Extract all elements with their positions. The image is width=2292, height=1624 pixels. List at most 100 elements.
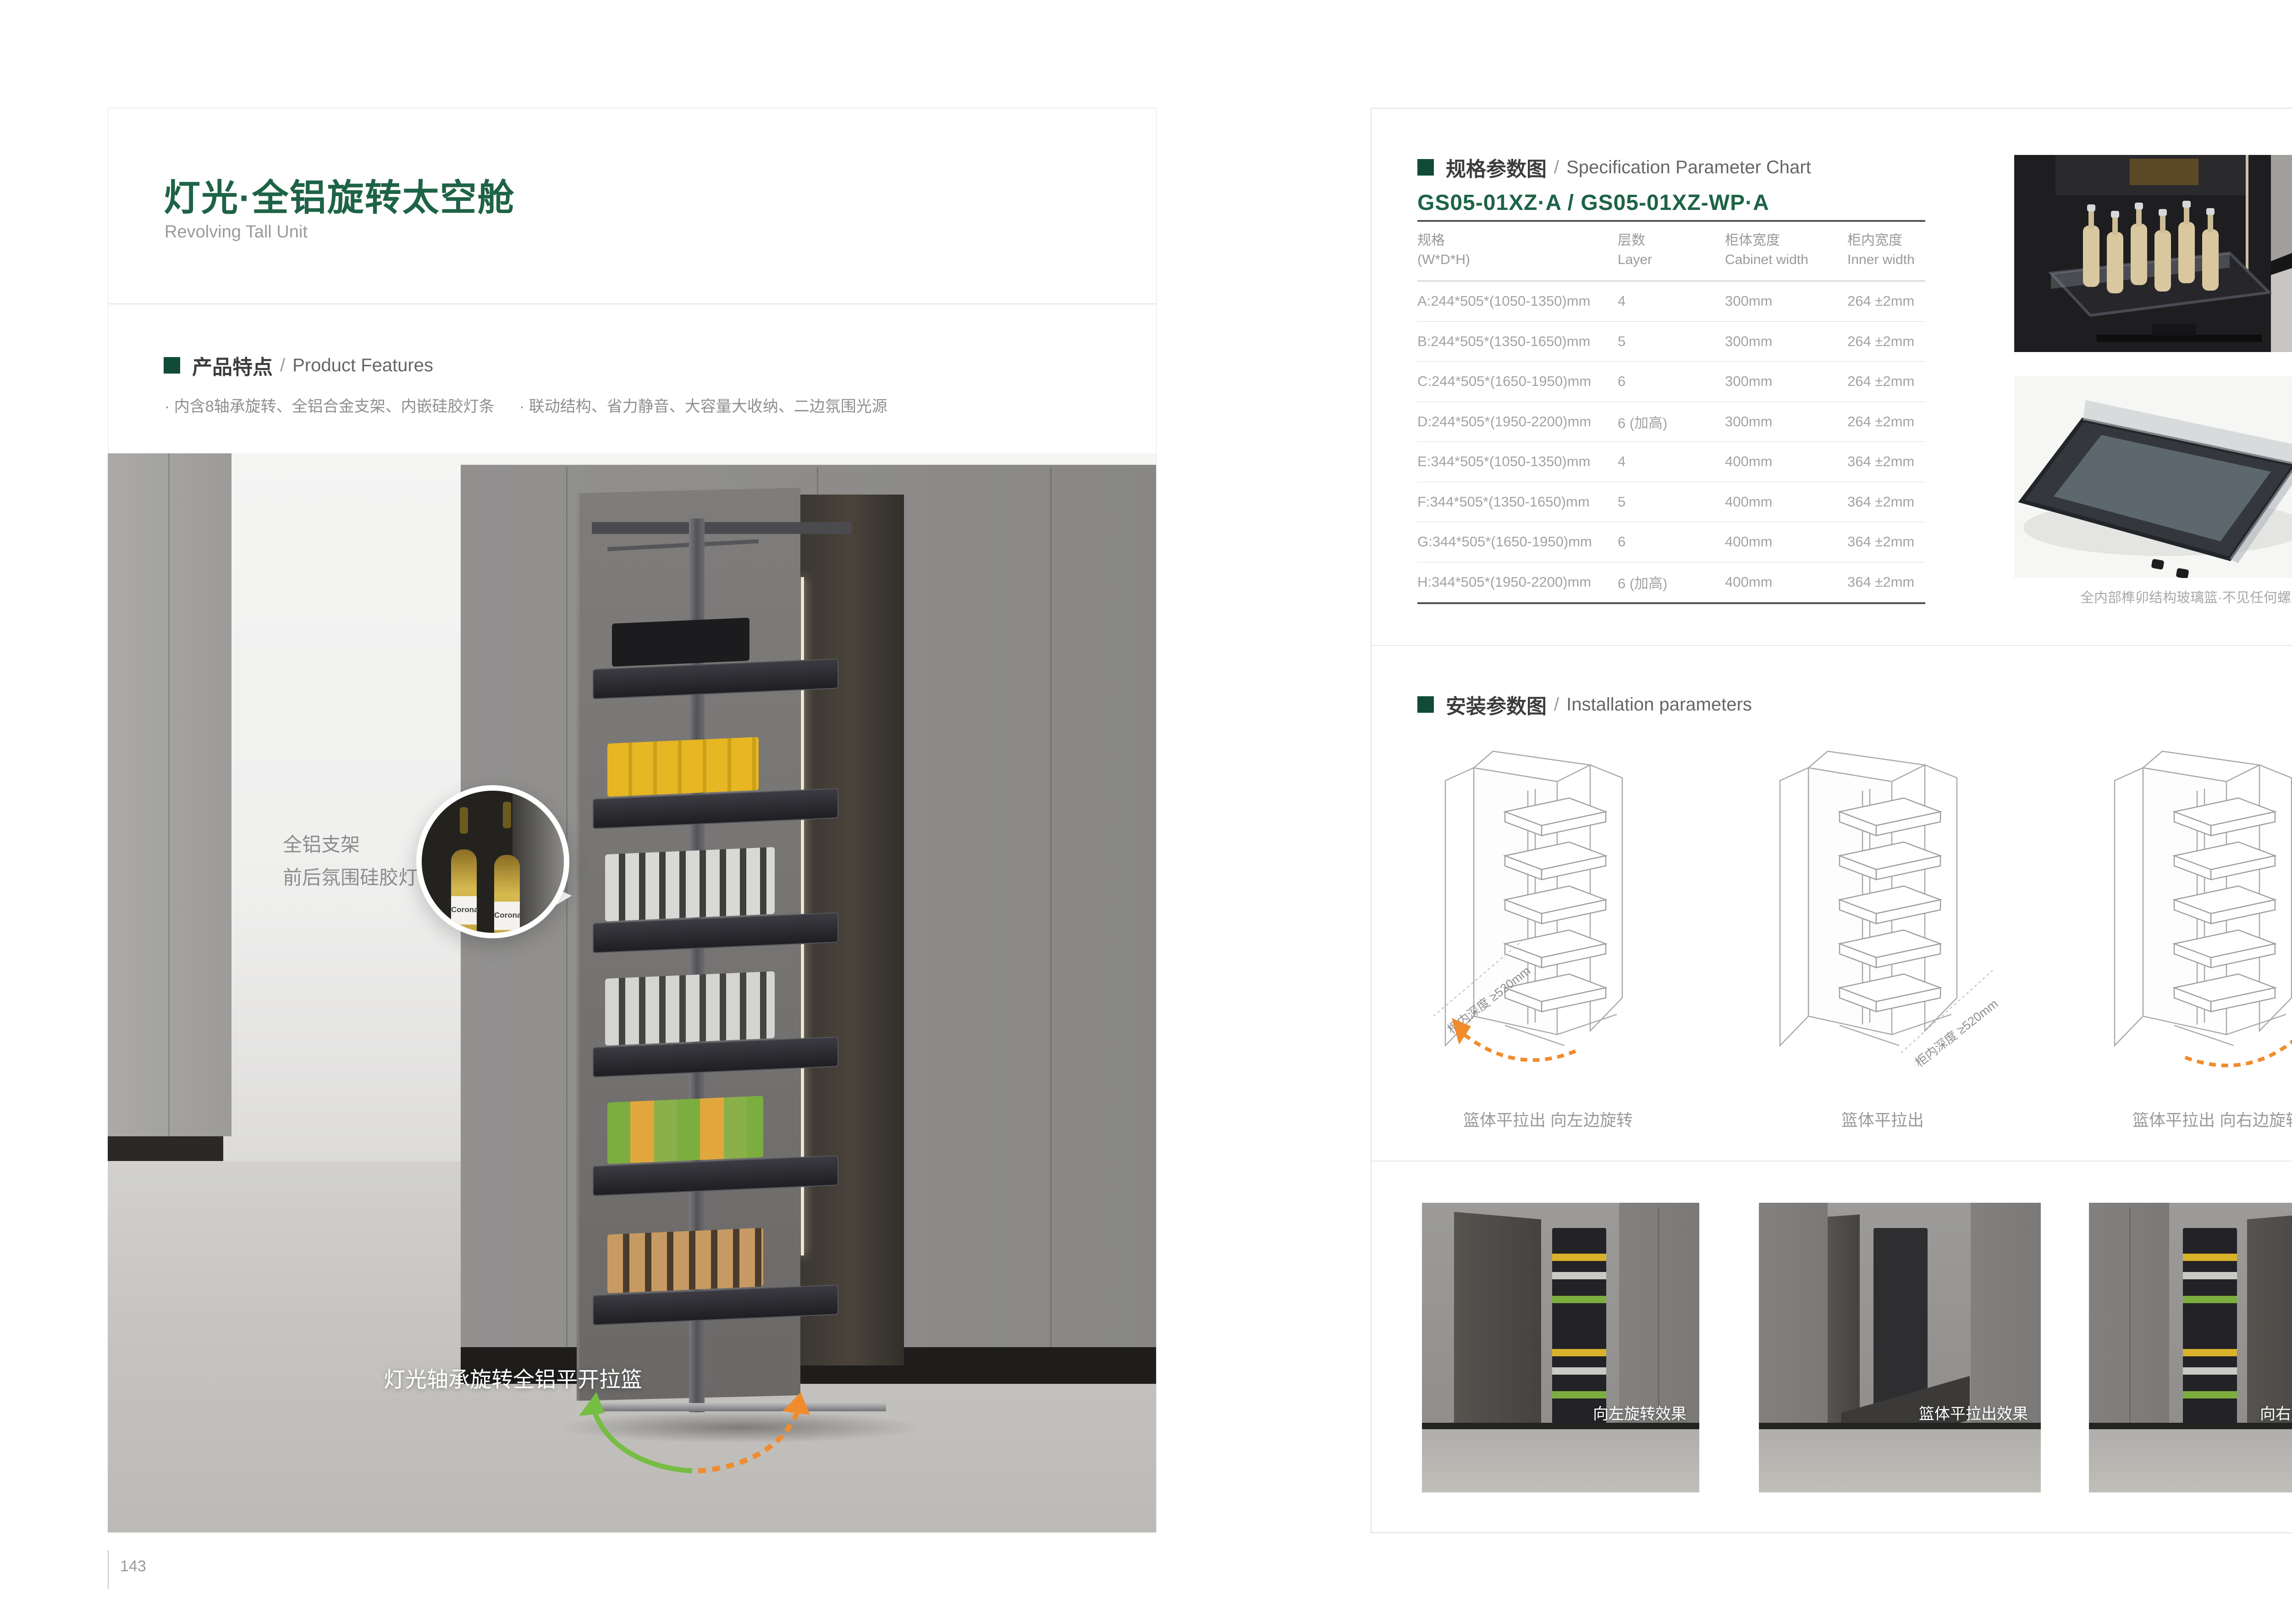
photo-floor bbox=[1759, 1429, 2041, 1492]
features-heading-separator: / bbox=[280, 355, 285, 376]
callout-bottle: Corona Extra bbox=[494, 855, 520, 938]
pullout-rack bbox=[2183, 1228, 2237, 1435]
closed-panel bbox=[1759, 1203, 1828, 1435]
rotation-arrows bbox=[575, 1387, 814, 1475]
cell-spec: G:344*505*(1650-1950)mm bbox=[1417, 534, 1592, 550]
page-subtitle: Revolving Tall Unit bbox=[165, 222, 308, 242]
cell-spec: D:244*505*(1950-2200)mm bbox=[1417, 413, 1591, 430]
cell-spec: F:344*505*(1350-1650)mm bbox=[1417, 494, 1590, 510]
effect-photo-pull-out: 篮体平拉出效果 bbox=[1759, 1203, 2041, 1492]
bottle-neck bbox=[503, 802, 511, 828]
table-row: G:344*505*(1650-1950)mm 6 400mm 364 ±2mm bbox=[1417, 522, 1925, 562]
cell-layers: 6 bbox=[1618, 534, 1625, 550]
cell-inner-width: 364 ±2mm bbox=[1847, 574, 1914, 590]
green-arrowhead-icon bbox=[579, 1392, 605, 1416]
feature-bullet-2: · 联动结构、省力静音、大容量大收纳、二边氛围光源 bbox=[519, 394, 887, 416]
cell-inner-width: 364 ±2mm bbox=[1847, 534, 1914, 550]
shelf-items-cartons bbox=[607, 1096, 763, 1164]
cell-layers: 6 (加高) bbox=[1618, 411, 1668, 432]
photo-left-cabinet bbox=[108, 453, 231, 1136]
install-heading-separator: / bbox=[1554, 694, 1559, 715]
table-row: F:344*505*(1350-1650)mm 5 400mm 364 ±2mm bbox=[1417, 482, 1925, 523]
effect-photo-rotate-left: 向左旋转效果 bbox=[1422, 1203, 1699, 1492]
cell-spec: C:244*505*(1650-1950)mm bbox=[1417, 373, 1591, 390]
shelf-items-amber-bottles bbox=[607, 1228, 763, 1294]
cell-layers: 4 bbox=[1618, 453, 1625, 470]
effect-photo-label: 向左旋转效果 bbox=[1593, 1401, 1686, 1424]
cell-spec: B:244*505*(1350-1650)mm bbox=[1417, 333, 1590, 350]
cell-inner-width: 364 ±2mm bbox=[1847, 494, 1914, 510]
detail-callout-circle: Corona Extra Corona Extra bbox=[416, 785, 569, 938]
spec-table: 规格(W*D*H) 层数Layer 柜体宽度Cabinet width 柜内宽度… bbox=[1417, 220, 1925, 604]
cell-layers: 6 bbox=[1618, 373, 1625, 390]
spec-heading-cn: 规格参数图 bbox=[1446, 153, 1547, 182]
table-row: C:244*505*(1650-1950)mm 6 300mm 264 ±2mm bbox=[1417, 362, 1925, 402]
shelf-items-bottles bbox=[605, 971, 775, 1046]
spec-heading: 规格参数图 / Specification Parameter Chart bbox=[1417, 153, 1811, 182]
cell-layers: 4 bbox=[1618, 293, 1625, 309]
right-page: 规格参数图 / Specification Parameter Chart GS… bbox=[1371, 108, 2292, 1533]
diagram-caption-2: 篮体平拉出 bbox=[1754, 1107, 2011, 1131]
green-square-icon bbox=[1417, 159, 1434, 176]
spec-heading-separator: / bbox=[1554, 157, 1559, 178]
cell-inner-width: 264 ±2mm bbox=[1847, 333, 1914, 350]
open-door bbox=[1454, 1212, 1541, 1441]
table-row: B:244*505*(1350-1650)mm 5 300mm 264 ±2mm bbox=[1417, 322, 1925, 362]
table-bottom-rule bbox=[1417, 602, 1925, 604]
cell-spec: H:344*505*(1950-2200)mm bbox=[1417, 574, 1591, 590]
callout-bottle: Corona Extra bbox=[451, 849, 477, 936]
callout-text-line2: 前后氛围硅胶灯 bbox=[283, 862, 418, 890]
cell-inner-width: 364 ±2mm bbox=[1847, 453, 1914, 470]
cell-layers: 6 (加高) bbox=[1618, 572, 1668, 592]
cell-inner-width: 264 ±2mm bbox=[1847, 293, 1914, 309]
bottle-label: Corona Extra bbox=[494, 902, 520, 930]
effect-photo-label: 向右旋转效果 bbox=[2260, 1401, 2292, 1424]
features-heading-cn: 产品特点 bbox=[192, 351, 273, 380]
cabinet-seam bbox=[2129, 1207, 2131, 1437]
cell-layers: 5 bbox=[1618, 494, 1625, 510]
shelf-items-dark bbox=[612, 617, 749, 666]
table-row: E:344*505*(1050-1350)mm 4 400mm 364 ±2mm bbox=[1417, 442, 1925, 482]
shelf-items-cans bbox=[607, 737, 759, 797]
cabinet-seam bbox=[1050, 467, 1052, 1347]
left-page: 灯光·全铝旋转太空舱 Revolving Tall Unit 产品特点 / Pr… bbox=[108, 108, 1157, 1533]
spec-heading-en: Specification Parameter Chart bbox=[1566, 157, 1811, 178]
col-header-inner-width: 柜内宽度Inner width bbox=[1847, 231, 1915, 270]
section-divider bbox=[1372, 645, 2292, 646]
cell-cabinet-width: 400mm bbox=[1725, 453, 1772, 470]
cabinet-seam bbox=[168, 453, 170, 1136]
cell-layers: 5 bbox=[1618, 333, 1625, 350]
cell-spec: E:344*505*(1050-1350)mm bbox=[1417, 453, 1590, 470]
open-door bbox=[1828, 1215, 1860, 1438]
cell-cabinet-width: 400mm bbox=[1725, 534, 1772, 550]
effect-photo-label: 篮体平拉出效果 bbox=[1919, 1401, 2028, 1424]
table-row: H:344*505*(1950-2200)mm 6 (加高) 400mm 364… bbox=[1417, 562, 1925, 603]
orange-arrowhead-icon bbox=[782, 1392, 810, 1415]
callout-text-line1: 全铝支架 bbox=[283, 829, 360, 857]
cell-cabinet-width: 300mm bbox=[1725, 413, 1772, 430]
cell-cabinet-width: 300mm bbox=[1725, 333, 1772, 350]
spec-photo-glass-basket bbox=[2014, 376, 2292, 578]
page-number-left: 143 bbox=[120, 1558, 146, 1575]
col-header-layer: 层数Layer bbox=[1618, 231, 1652, 270]
diagram-caption-3: 篮体平拉出 向右边旋转 bbox=[2089, 1107, 2292, 1131]
install-diagram-rotate-left: 柜内深度 ≥520mm bbox=[1420, 741, 1676, 1076]
rack-top-frame bbox=[592, 522, 851, 534]
cell-cabinet-width: 300mm bbox=[1725, 293, 1772, 309]
cell-inner-width: 264 ±2mm bbox=[1847, 373, 1914, 390]
table-row: D:244*505*(1950-2200)mm 6 (加高) 300mm 264… bbox=[1417, 402, 1925, 442]
cell-cabinet-width: 400mm bbox=[1725, 494, 1772, 510]
cell-cabinet-width: 400mm bbox=[1725, 574, 1772, 590]
model-codes: GS05-01XZ·A / GS05-01XZ-WP·A bbox=[1417, 190, 1769, 215]
effect-photo-rotate-right: 向右旋转效果 bbox=[2089, 1203, 2292, 1492]
bottle-neck bbox=[460, 807, 468, 834]
install-diagram-rotate-right bbox=[2089, 741, 2292, 1076]
features-heading: 产品特点 / Product Features bbox=[164, 351, 433, 380]
table-row: A:244*505*(1050-1350)mm 4 300mm 264 ±2mm bbox=[1417, 281, 1925, 322]
photo-floor bbox=[1422, 1429, 1699, 1492]
install-heading-cn: 安装参数图 bbox=[1446, 690, 1547, 719]
diagram-caption-1: 篮体平拉出 向左边旋转 bbox=[1420, 1107, 1676, 1131]
closed-panel bbox=[1971, 1203, 2041, 1435]
spec-photo-basket-bottles bbox=[2014, 155, 2292, 352]
install-diagram-pull-out: 柜内深度 ≥520mm bbox=[1754, 741, 2011, 1076]
